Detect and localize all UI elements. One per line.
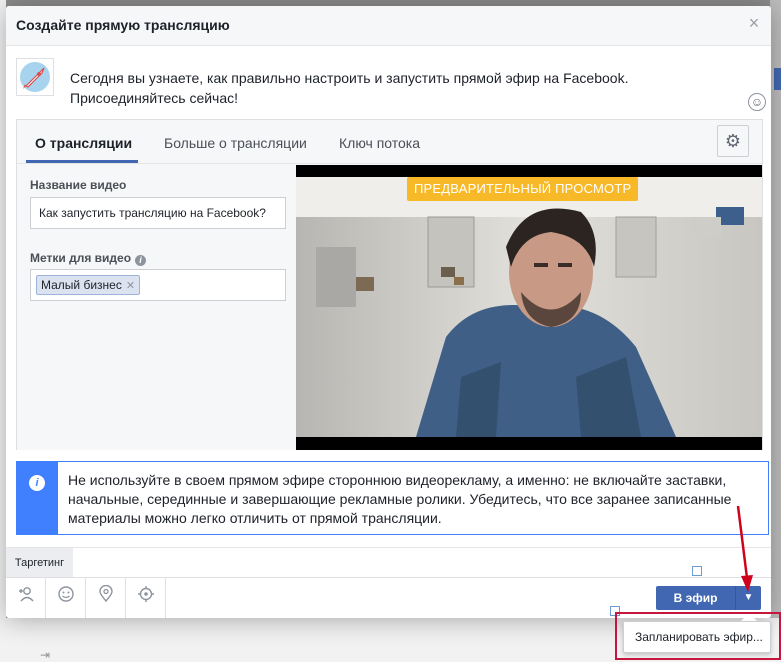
page-background-right — [770, 0, 781, 662]
tab-targeting[interactable]: Таргетинг — [6, 548, 73, 578]
tag-people-icon[interactable] — [6, 578, 46, 618]
dialog-title: Создайте прямую трансляцию — [16, 17, 230, 33]
video-title-label: Название видео — [30, 178, 127, 192]
create-live-dialog: Создайте прямую трансляцию × Сегодня вы … — [6, 6, 771, 618]
go-live-button[interactable]: В эфир — [656, 586, 736, 610]
targeting-bar: Таргетинг — [6, 547, 771, 578]
tags-label: Метки для видео i — [30, 251, 147, 266]
tags-input[interactable]: Малый бизнес ✕ — [30, 269, 286, 301]
chevron-down-icon[interactable]: ▼ — [736, 586, 761, 610]
location-icon[interactable] — [86, 578, 126, 618]
guide-marker — [692, 566, 702, 576]
tab-stream-key[interactable]: Ключ потока — [339, 135, 420, 151]
emoji-icon[interactable]: ☺ — [748, 93, 766, 111]
intro-text: Сегодня вы узнаете, как правильно настро… — [70, 70, 629, 106]
preview-badge: ПРЕДВАРИТЕЛЬНЫЙ ПРОСМОТР — [407, 177, 639, 201]
tab-about[interactable]: О трансляции — [35, 135, 132, 151]
exit-icon: ⇥ — [40, 648, 51, 662]
camera-preview: ПРЕДВАРИТЕЛЬНЫЙ ПРОСМОТР — [296, 165, 762, 450]
tab-more-about[interactable]: Больше о трансляции — [164, 135, 307, 151]
tag-label: Малый бизнес — [41, 278, 122, 292]
tag-chip: Малый бизнес ✕ — [36, 275, 141, 295]
feeling-icon[interactable] — [46, 578, 86, 618]
active-tab-indicator — [26, 160, 138, 163]
preview-video — [296, 177, 762, 437]
notice-stripe: i — [17, 462, 58, 534]
rocket-icon — [16, 58, 54, 96]
gear-icon[interactable]: ⚙ — [717, 125, 749, 157]
remove-tag-icon[interactable]: ✕ — [126, 280, 135, 292]
ad-policy-notice: i Не используйте в своем прямом эфире ст… — [16, 461, 769, 535]
preview-image — [296, 177, 762, 437]
highlight-box — [615, 612, 781, 660]
notice-text: Не используйте в своем прямом эфире стор… — [68, 472, 732, 526]
info-icon[interactable]: i — [135, 255, 147, 266]
target-icon[interactable] — [126, 578, 166, 618]
broadcast-panel: О трансляции Больше о трансляции Ключ по… — [16, 119, 763, 450]
background-button-fragment — [774, 68, 781, 90]
dialog-header: Создайте прямую трансляцию × — [6, 6, 771, 46]
info-icon: i — [29, 475, 45, 491]
video-title-input[interactable]: Как запустить трансляцию на Facebook? — [30, 197, 286, 229]
close-icon[interactable]: × — [745, 14, 763, 32]
tags-label-text: Метки для видео — [30, 251, 132, 265]
tab-bar: О трансляции Больше о трансляции Ключ по… — [17, 120, 762, 164]
details-form: Название видео Как запустить трансляцию … — [17, 165, 296, 450]
